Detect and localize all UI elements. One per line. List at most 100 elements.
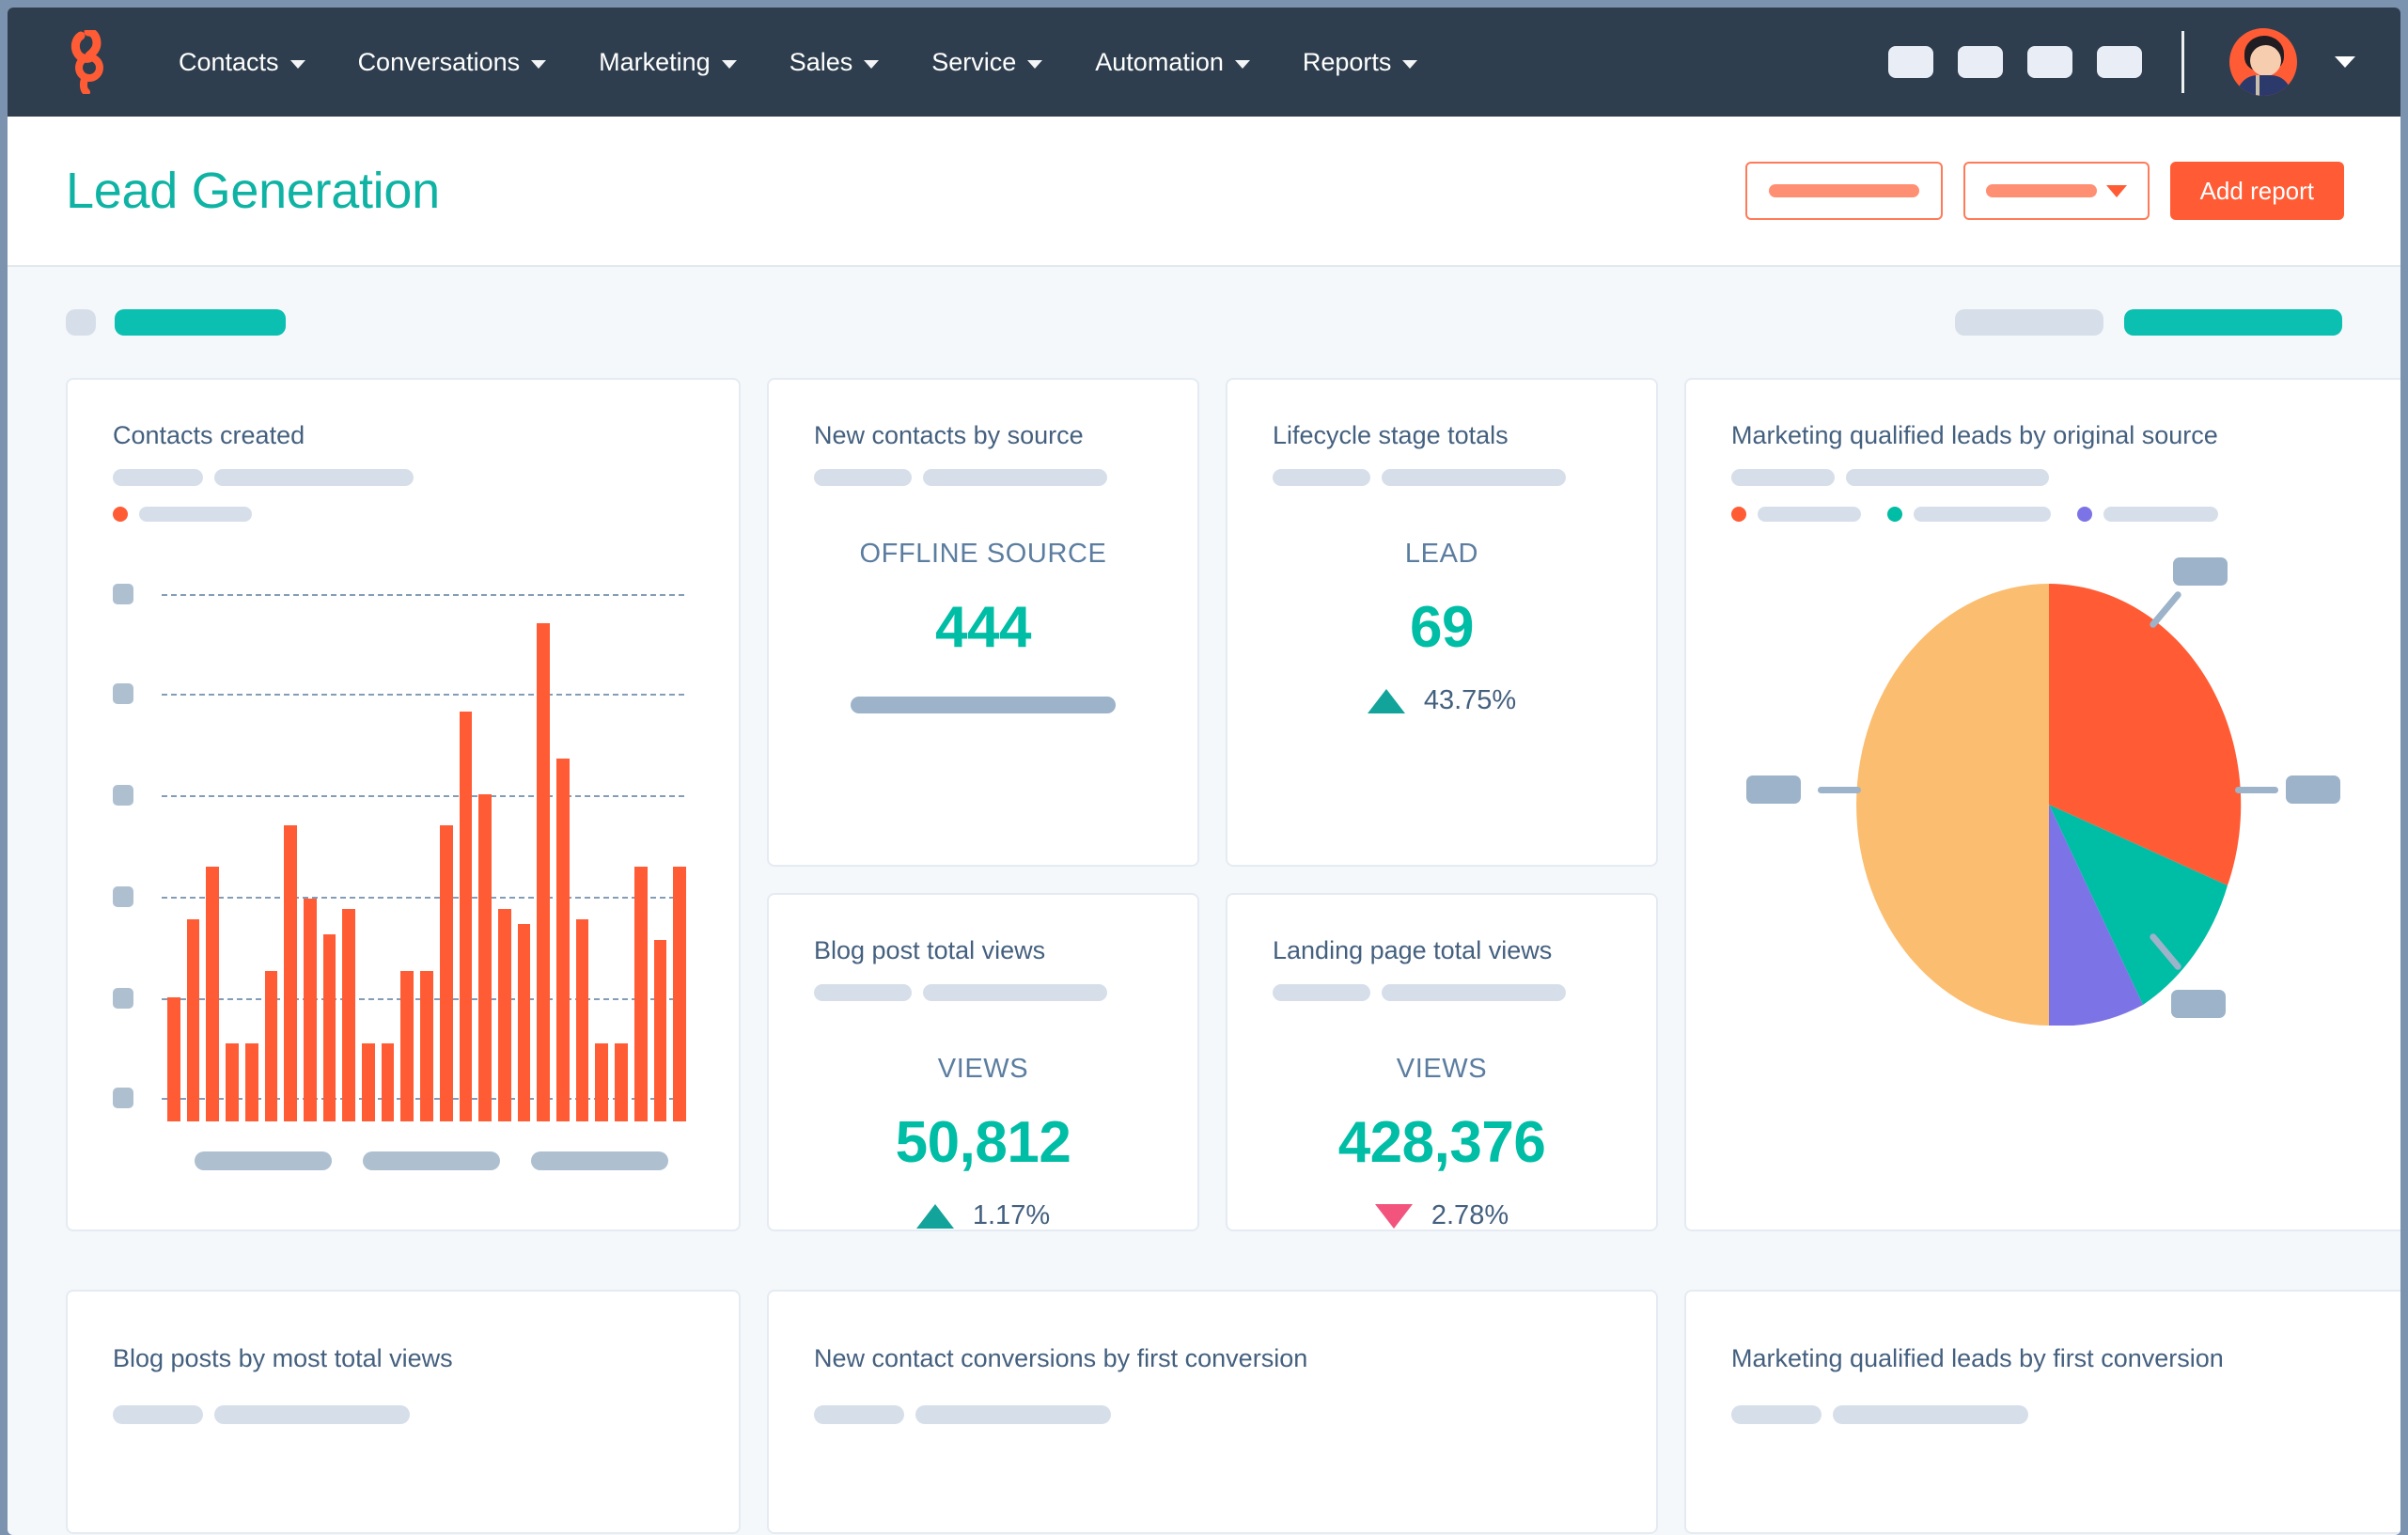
legend-label-skeleton — [1914, 507, 2051, 522]
card-mql-by-first-conversion[interactable]: Marketing qualified leads by first conve… — [1684, 1290, 2400, 1534]
bar-series — [167, 623, 686, 1121]
kpi-unit-label: LEAD — [1404, 539, 1479, 569]
legend-label-skeleton — [139, 507, 252, 522]
chevron-down-icon — [1234, 59, 1250, 69]
bar — [244, 1043, 258, 1121]
page-title: Lead Generation — [66, 163, 440, 219]
nav-item-reports[interactable]: Reports — [1276, 37, 1445, 88]
card-contacts-created[interactable]: Contacts created — [66, 378, 741, 1231]
add-report-button[interactable]: Add report — [2169, 162, 2344, 220]
kpi-footer-skeleton — [851, 697, 1116, 713]
skeleton-bar — [1833, 1405, 2028, 1424]
bar — [186, 918, 200, 1121]
card-new-contacts-by-source[interactable]: New contacts by source OFFLINE SOURCE 44… — [767, 378, 1199, 867]
pie-leader-line-4 — [1818, 787, 1861, 793]
hubspot-logo[interactable] — [60, 30, 118, 94]
y-axis-tick — [113, 683, 133, 704]
nav-action-placeholder-3[interactable] — [2027, 46, 2072, 78]
bar — [381, 1043, 395, 1121]
bar — [303, 898, 317, 1121]
card-subtitle-skeleton — [814, 1405, 1611, 1424]
kpi-value: 69 — [1410, 595, 1474, 660]
bar — [400, 970, 414, 1121]
skeleton-bar — [1382, 984, 1566, 1001]
nav-item-sales[interactable]: Sales — [763, 37, 906, 88]
filter-placeholder-small[interactable] — [66, 309, 96, 336]
card-lifecycle-stage-totals[interactable]: Lifecycle stage totals LEAD 69 43.75% — [1226, 378, 1658, 867]
card-title: Landing page total views — [1273, 936, 1553, 964]
card-new-contact-conversions[interactable]: New contact conversions by first convers… — [767, 1290, 1658, 1534]
top-navigation-bar: Contacts Conversations Marketing Sales S… — [8, 8, 2400, 117]
bar — [439, 825, 453, 1121]
pie-slice-4 — [1856, 584, 2049, 1026]
bar — [653, 939, 667, 1121]
app-window: Contacts Conversations Marketing Sales S… — [8, 8, 2400, 1535]
bar — [595, 1043, 609, 1121]
bar — [264, 970, 278, 1121]
card-blog-post-total-views[interactable]: Blog post total views VIEWS 50,812 1.17% — [767, 893, 1199, 1231]
card-title: Blog post total views — [814, 936, 1046, 964]
avatar[interactable] — [2229, 28, 2297, 96]
card-subtitle-skeleton — [814, 984, 1152, 1001]
kpi-unit-label: OFFLINE SOURCE — [859, 539, 1107, 569]
bar — [206, 867, 220, 1121]
kpi-value: 50,812 — [895, 1110, 1071, 1175]
account-chevron-down-icon[interactable] — [2335, 56, 2355, 68]
nav-item-marketing[interactable]: Marketing — [572, 37, 763, 88]
nav-action-placeholder-2[interactable] — [1958, 46, 2003, 78]
nav-divider — [2181, 31, 2184, 93]
card-title: Marketing qualified leads by original so… — [1731, 421, 2218, 449]
bar — [226, 1043, 239, 1121]
pie-callout-label-3 — [2171, 990, 2226, 1018]
card-landing-page-total-views[interactable]: Landing page total views VIEWS 428,376 2… — [1226, 893, 1658, 1231]
legend-dot-icon — [113, 507, 128, 522]
card-mql-by-original-source[interactable]: Marketing qualified leads by original so… — [1684, 378, 2400, 1231]
pie-callout-label-1 — [2173, 557, 2228, 586]
y-axis-tick — [113, 886, 133, 907]
nav-item-automation[interactable]: Automation — [1069, 37, 1276, 88]
kpi-unit-label: VIEWS — [1396, 1054, 1488, 1084]
bar — [459, 711, 473, 1121]
skeleton-bar — [1382, 469, 1566, 486]
nav-action-placeholder-1[interactable] — [1888, 46, 1933, 78]
card-title: Marketing qualified leads by first conve… — [1731, 1344, 2224, 1372]
avatar-body — [2237, 75, 2291, 96]
header-action-button-1[interactable] — [1744, 162, 1943, 220]
bar — [673, 867, 686, 1121]
nav-item-conversations[interactable]: Conversations — [332, 37, 573, 88]
avatar-face — [2250, 45, 2281, 76]
legend-label-skeleton — [1758, 507, 1861, 522]
bar — [633, 867, 648, 1121]
bar — [362, 1043, 375, 1121]
card-subtitle-skeleton — [814, 469, 1152, 486]
card-blog-posts-by-most-total-views[interactable]: Blog posts by most total views — [66, 1290, 741, 1534]
bar — [167, 996, 180, 1121]
kpi-delta: 1.17% — [814, 1200, 1152, 1230]
header-dropdown-button[interactable] — [1962, 162, 2150, 220]
skeleton-bar — [923, 469, 1107, 486]
nav-item-service[interactable]: Service — [905, 37, 1069, 88]
skeleton-bar — [113, 1405, 203, 1424]
nav-action-placeholder-4[interactable] — [2097, 46, 2142, 78]
skeleton-bar — [1273, 469, 1370, 486]
nav-item-label: Service — [931, 47, 1017, 76]
card-title: New contact conversions by first convers… — [814, 1344, 1308, 1372]
skeleton-bar — [214, 1405, 410, 1424]
filter-placeholder-right-1[interactable] — [1955, 309, 2103, 336]
page-header-actions: Add report — [1744, 162, 2344, 220]
chevron-down-icon — [531, 59, 547, 69]
filter-placeholder-right-2[interactable] — [2124, 309, 2342, 336]
filter-left-group — [66, 309, 286, 336]
skeleton-bar — [814, 469, 912, 486]
filter-active-pill[interactable] — [115, 309, 286, 336]
kpi-column-right: Lifecycle stage totals LEAD 69 43.75% La… — [1226, 378, 1658, 1231]
x-axis-label-skeleton — [531, 1151, 669, 1170]
y-axis-tick — [113, 785, 133, 806]
card-subtitle-skeleton — [113, 1405, 694, 1424]
nav-item-label: Automation — [1095, 47, 1224, 76]
kpi-unit-label: VIEWS — [937, 1054, 1029, 1084]
kpi-delta-value: 1.17% — [972, 1200, 1051, 1230]
bar — [556, 758, 570, 1121]
bar — [284, 825, 297, 1121]
nav-item-contacts[interactable]: Contacts — [152, 37, 332, 88]
